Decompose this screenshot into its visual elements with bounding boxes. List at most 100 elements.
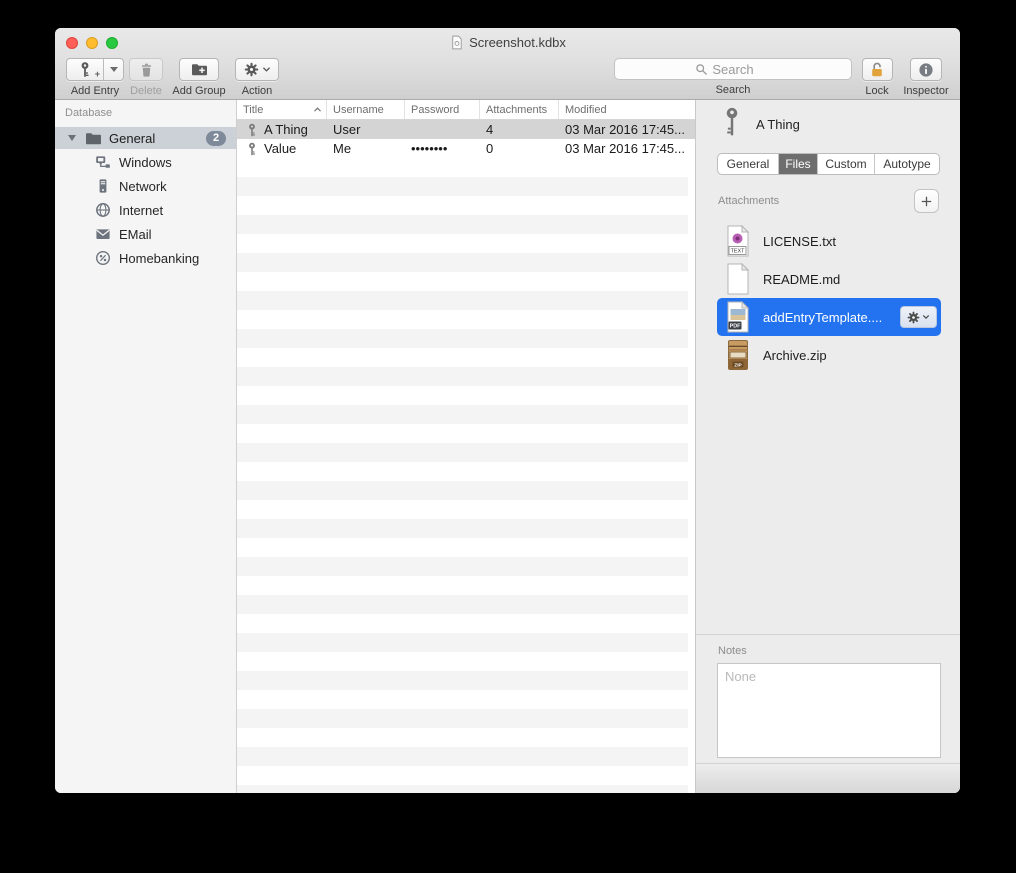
attachment-name: LICENSE.txt bbox=[763, 234, 836, 249]
attachment-name: addEntryTemplate.... bbox=[763, 310, 882, 325]
cell-title: A Thing bbox=[264, 122, 308, 137]
pdf-file-icon: PDF bbox=[725, 301, 751, 333]
column-header-title[interactable]: Title bbox=[237, 100, 327, 119]
app-window: Screenshot.kdbx + Add Entry Delete bbox=[55, 28, 960, 793]
percent-icon bbox=[95, 250, 111, 266]
cell-modified: 03 Mar 2016 17:45... bbox=[559, 120, 695, 139]
cell-attachments: 0 bbox=[480, 139, 559, 158]
group-label: Internet bbox=[119, 203, 163, 218]
section-divider bbox=[696, 634, 960, 635]
notes-label: Notes bbox=[718, 645, 747, 657]
window-title-text: Screenshot.kdbx bbox=[469, 35, 566, 50]
attachment-action-button[interactable] bbox=[900, 306, 937, 328]
table-row[interactable]: A Thing User 4 03 Mar 2016 17:45... bbox=[237, 120, 695, 139]
tab-autotype[interactable]: Autotype bbox=[875, 154, 939, 174]
delete-toolbar-item: Delete bbox=[121, 58, 171, 97]
column-label: Username bbox=[333, 104, 384, 116]
attachment-row[interactable]: README.md bbox=[717, 260, 941, 298]
add-entry-toolbar-item: + Add Entry bbox=[65, 58, 125, 97]
add-entry-button[interactable]: + bbox=[66, 58, 124, 81]
lock-toolbar-item: Lock bbox=[857, 58, 897, 97]
group-sidebar: Database General 2 Windows Network Inter… bbox=[55, 100, 237, 793]
cell-username: Me bbox=[327, 139, 405, 158]
markdown-file-icon bbox=[725, 263, 751, 295]
pdf-badge: PDF bbox=[730, 324, 741, 330]
text-file-icon: TEXT bbox=[725, 225, 751, 257]
group-label: EMail bbox=[119, 227, 152, 242]
attachment-name: README.md bbox=[763, 272, 840, 287]
sidebar-item-network[interactable]: Network bbox=[55, 174, 236, 198]
add-group-button[interactable] bbox=[179, 58, 219, 81]
cell-password bbox=[405, 120, 480, 139]
notes-input[interactable] bbox=[717, 663, 941, 758]
key-plus-icon bbox=[78, 61, 92, 78]
tab-custom[interactable]: Custom bbox=[818, 154, 875, 174]
delete-button[interactable] bbox=[129, 58, 163, 81]
globe-icon bbox=[95, 202, 111, 218]
entry-count-badge: 2 bbox=[206, 131, 226, 146]
cell-attachments: 4 bbox=[480, 120, 559, 139]
column-label: Modified bbox=[565, 104, 607, 116]
column-header-password[interactable]: Password bbox=[405, 100, 480, 119]
group-label: Homebanking bbox=[119, 251, 199, 266]
delete-label: Delete bbox=[130, 85, 162, 97]
action-label: Action bbox=[242, 85, 273, 97]
sidebar-item-windows[interactable]: Windows bbox=[55, 150, 236, 174]
workgroup-icon bbox=[95, 154, 111, 170]
table-header: Title Username Password Attachments Modi… bbox=[237, 100, 695, 120]
disclosure-triangle-icon[interactable] bbox=[68, 135, 76, 141]
search-input[interactable] bbox=[615, 59, 851, 79]
attachments-label: Attachments bbox=[718, 195, 779, 207]
cell-modified: 03 Mar 2016 17:45... bbox=[559, 139, 695, 158]
lock-button[interactable] bbox=[862, 58, 893, 81]
action-toolbar-item: Action bbox=[233, 58, 281, 97]
gear-icon bbox=[907, 311, 920, 324]
lock-label: Lock bbox=[865, 85, 888, 97]
document-proxy-icon bbox=[449, 35, 464, 50]
inspector-toolbar-item: Inspector bbox=[896, 58, 956, 97]
column-header-modified[interactable]: Modified bbox=[559, 100, 695, 119]
action-button[interactable] bbox=[235, 58, 279, 81]
empty-rows-stripes bbox=[237, 158, 688, 793]
attachment-row-selected[interactable]: PDF addEntryTemplate.... bbox=[717, 298, 941, 336]
plus-icon bbox=[920, 195, 933, 208]
lock-open-icon bbox=[869, 62, 885, 78]
column-header-username[interactable]: Username bbox=[327, 100, 405, 119]
sidebar-section-header: Database bbox=[65, 107, 112, 119]
add-group-toolbar-item: Add Group bbox=[167, 58, 231, 97]
zip-file-icon: ZIP bbox=[725, 339, 751, 371]
sidebar-item-homebanking[interactable]: Homebanking bbox=[55, 246, 236, 270]
column-header-attachments[interactable]: Attachments bbox=[480, 100, 559, 119]
add-entry-dropdown[interactable] bbox=[103, 59, 123, 80]
entry-title: A Thing bbox=[756, 117, 800, 132]
cell-title: Value bbox=[264, 141, 296, 156]
tab-files[interactable]: Files bbox=[779, 154, 818, 174]
chevron-down-icon bbox=[922, 313, 930, 321]
info-icon bbox=[918, 62, 934, 78]
plus-glyph: + bbox=[95, 70, 100, 79]
attachment-row[interactable]: ZIP Archive.zip bbox=[717, 336, 941, 374]
column-label: Title bbox=[243, 104, 263, 116]
key-icon bbox=[723, 107, 741, 137]
dropdown-arrow-icon bbox=[110, 67, 118, 72]
tab-general[interactable]: General bbox=[718, 154, 779, 174]
attachment-name: Archive.zip bbox=[763, 348, 827, 363]
sidebar-item-email[interactable]: EMail bbox=[55, 222, 236, 246]
search-field bbox=[614, 58, 852, 80]
window-chrome: Screenshot.kdbx + Add Entry Delete bbox=[55, 28, 960, 100]
sidebar-item-general[interactable]: General 2 bbox=[55, 127, 236, 149]
column-label: Attachments bbox=[486, 104, 547, 116]
entry-table: Title Username Password Attachments Modi… bbox=[237, 100, 695, 793]
inspector-button[interactable] bbox=[910, 58, 942, 81]
inspector-panel: A Thing General Files Custom Autotype At… bbox=[695, 100, 960, 793]
sort-ascending-icon bbox=[313, 105, 322, 114]
chevron-down-icon bbox=[262, 65, 271, 74]
column-label: Password bbox=[411, 104, 459, 116]
search-label: Search bbox=[716, 84, 751, 96]
add-attachment-button[interactable] bbox=[914, 189, 939, 213]
sidebar-item-internet[interactable]: Internet bbox=[55, 198, 236, 222]
attachment-row[interactable]: TEXT LICENSE.txt bbox=[717, 222, 941, 260]
search-toolbar-item: Search bbox=[613, 58, 853, 96]
add-group-label: Add Group bbox=[172, 85, 225, 97]
table-row[interactable]: Value Me •••••••• 0 03 Mar 2016 17:45... bbox=[237, 139, 695, 158]
